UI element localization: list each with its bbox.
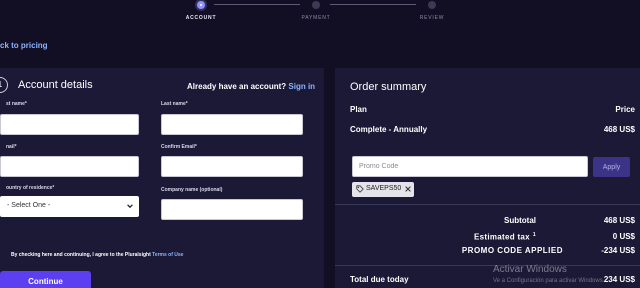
email-input[interactable] bbox=[0, 156, 139, 177]
estimated-tax-label: Estimated tax 1 bbox=[474, 232, 536, 242]
estimated-tax-text: Estimated tax bbox=[473, 232, 530, 242]
promo-applied-label: PROMO CODE APPLIED bbox=[461, 246, 563, 255]
tax-footnote-marker: 1 bbox=[532, 232, 536, 238]
last-name-label: Last name* bbox=[161, 101, 188, 107]
tag-icon bbox=[356, 185, 364, 193]
promo-code-input[interactable] bbox=[352, 156, 588, 177]
sign-in-link[interactable]: Sign in bbox=[288, 82, 315, 91]
order-summary-title: Order summary bbox=[350, 81, 427, 93]
account-details-title: Account details bbox=[18, 79, 93, 91]
divider bbox=[335, 265, 640, 266]
promo-applied-value: -234 US$ bbox=[601, 246, 635, 255]
step-number-badge: 1 bbox=[0, 77, 8, 93]
email-label: nail* bbox=[6, 144, 17, 150]
consent-text: By checking here and continuing, I agree… bbox=[11, 252, 151, 258]
step-payment-label: PAYMENT bbox=[301, 15, 331, 21]
windows-activation-watermark-title: Activar Windows bbox=[493, 264, 567, 275]
terms-consent: By checking here and continuing, I agree… bbox=[11, 252, 183, 258]
step-review-dot bbox=[428, 1, 436, 9]
promo-chip-label: SAVEPS50 bbox=[366, 185, 402, 192]
price-header: Price bbox=[615, 105, 635, 114]
last-name-input[interactable] bbox=[161, 114, 303, 135]
confirm-email-input[interactable] bbox=[161, 156, 303, 177]
step-account-label: ACCOUNT bbox=[185, 15, 217, 21]
checkout-stepper: ACCOUNT PAYMENT REVIEW bbox=[0, 0, 640, 26]
step-connector bbox=[330, 4, 416, 5]
company-input[interactable] bbox=[161, 199, 303, 220]
step-payment-dot bbox=[312, 1, 320, 9]
step-account-dot bbox=[197, 1, 205, 9]
subtotal-value: 468 US$ bbox=[603, 216, 635, 225]
step-review-label: REVIEW bbox=[419, 15, 445, 21]
windows-activation-watermark-subtitle: Ve a Configuración para activar Windows. bbox=[493, 278, 605, 284]
plan-name: Complete - Annually bbox=[350, 125, 428, 134]
total-due-label: Total due today bbox=[350, 275, 409, 284]
have-account-prompt: Already have an account? Sign in bbox=[187, 82, 315, 91]
country-select-value: - Select One - bbox=[7, 202, 51, 209]
estimated-tax-value: 0 US$ bbox=[612, 232, 635, 241]
divider bbox=[335, 204, 640, 205]
plan-price: 468 US$ bbox=[603, 125, 635, 134]
apply-promo-button[interactable]: Apply bbox=[593, 157, 630, 177]
order-summary-panel: Order summary Plan Price Complete - Annu… bbox=[335, 68, 640, 288]
total-due-value: 234 US$ bbox=[603, 275, 635, 284]
applied-promo-chip: SAVEPS50 bbox=[352, 182, 414, 197]
have-account-text: Already have an account? bbox=[187, 82, 287, 91]
confirm-email-label: Confirm Email* bbox=[161, 144, 197, 150]
subtotal-label: Subtotal bbox=[504, 216, 536, 225]
back-to-pricing-link[interactable]: ck to pricing bbox=[0, 41, 48, 50]
close-icon[interactable] bbox=[404, 185, 412, 193]
continue-button[interactable]: Continue bbox=[0, 271, 91, 288]
country-label: ountry of residence* bbox=[6, 185, 55, 191]
terms-of-use-link[interactable]: Terms of Use bbox=[152, 252, 183, 258]
first-name-label: st name* bbox=[6, 101, 27, 107]
chevron-down-icon bbox=[127, 204, 133, 209]
country-select[interactable]: - Select One - bbox=[0, 196, 139, 217]
account-details-panel: 1 Account details Already have an accoun… bbox=[0, 68, 324, 288]
company-label: Company name (optional) bbox=[161, 187, 223, 193]
step-connector bbox=[214, 4, 300, 5]
first-name-input[interactable] bbox=[0, 114, 139, 135]
plan-header: Plan bbox=[350, 105, 367, 114]
